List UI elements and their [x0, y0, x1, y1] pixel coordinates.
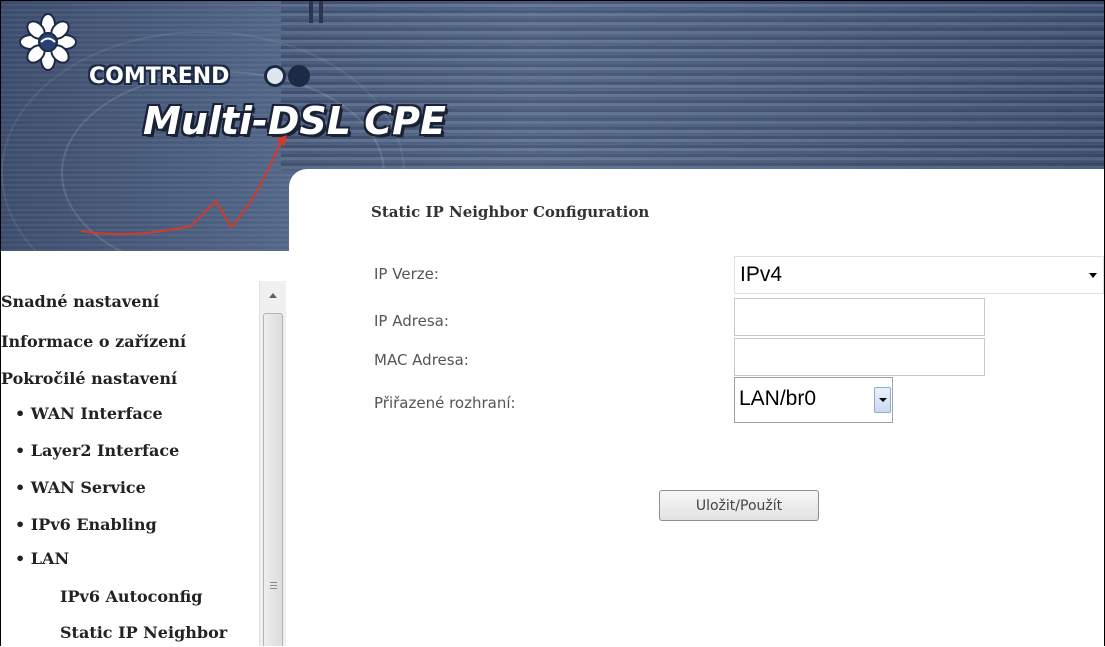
brand-dots [264, 65, 312, 87]
ip-version-select[interactable]: IPv4 [734, 256, 1104, 294]
banner-decor [309, 1, 313, 23]
chevron-down-icon[interactable] [874, 387, 891, 413]
interface-value: LAN/br0 [739, 387, 817, 410]
sidebar-item-advanced-setup[interactable]: Pokročilé nastavení [1, 369, 177, 388]
brand-name: COMTREND [89, 64, 230, 89]
save-apply-button[interactable]: Uložit/Použít [659, 490, 819, 521]
mac-address-input[interactable] [734, 338, 985, 376]
ip-address-label: IP Adresa: [374, 312, 449, 330]
page-title: Static IP Neighbor Configuration [371, 203, 650, 221]
sidebar-item-lan[interactable]: • LAN [15, 549, 69, 568]
banner-stripes [281, 1, 1104, 171]
interface-label: Přiřazené rozhraní: [374, 394, 516, 412]
sidebar-item-ipv6-enabling[interactable]: • IPv6 Enabling [15, 515, 157, 534]
brand-dot [288, 65, 310, 87]
sidebar-item-wan-interface[interactable]: • WAN Interface [15, 404, 163, 423]
brand-dot [264, 65, 286, 87]
sidebar-item-static-ip-neighbor[interactable]: Static IP Neighbor [60, 623, 227, 642]
ip-version-label: IP Verze: [374, 265, 439, 283]
interface-select[interactable]: LAN/br0 [734, 377, 893, 423]
sidebar: Snadné nastavení Informace o zařízení Po… [1, 251, 259, 646]
ip-address-input[interactable] [734, 298, 985, 336]
sidebar-scrollbar[interactable] [259, 281, 286, 646]
flower-logo-icon [19, 13, 77, 71]
sidebar-item-easy-setup[interactable]: Snadné nastavení [1, 292, 159, 311]
sidebar-item-layer2-interface[interactable]: • Layer2 Interface [15, 441, 179, 460]
grip-icon [270, 582, 277, 589]
scroll-up-icon[interactable] [260, 281, 286, 311]
chevron-down-icon [1089, 273, 1097, 278]
banner-decor [319, 1, 323, 23]
mac-address-label: MAC Adresa: [374, 351, 469, 369]
app-frame: COMTREND Multi-DSL CPE Static IP Neighbo… [0, 0, 1105, 646]
scroll-thumb[interactable] [263, 313, 283, 646]
sidebar-item-device-info[interactable]: Informace o zařízení [1, 332, 186, 351]
sidebar-item-ipv6-autoconfig[interactable]: IPv6 Autoconfig [60, 587, 203, 606]
red-graph-decor [80, 135, 287, 236]
ip-version-value: IPv4 [740, 263, 783, 286]
sidebar-item-wan-service[interactable]: • WAN Service [15, 478, 146, 497]
